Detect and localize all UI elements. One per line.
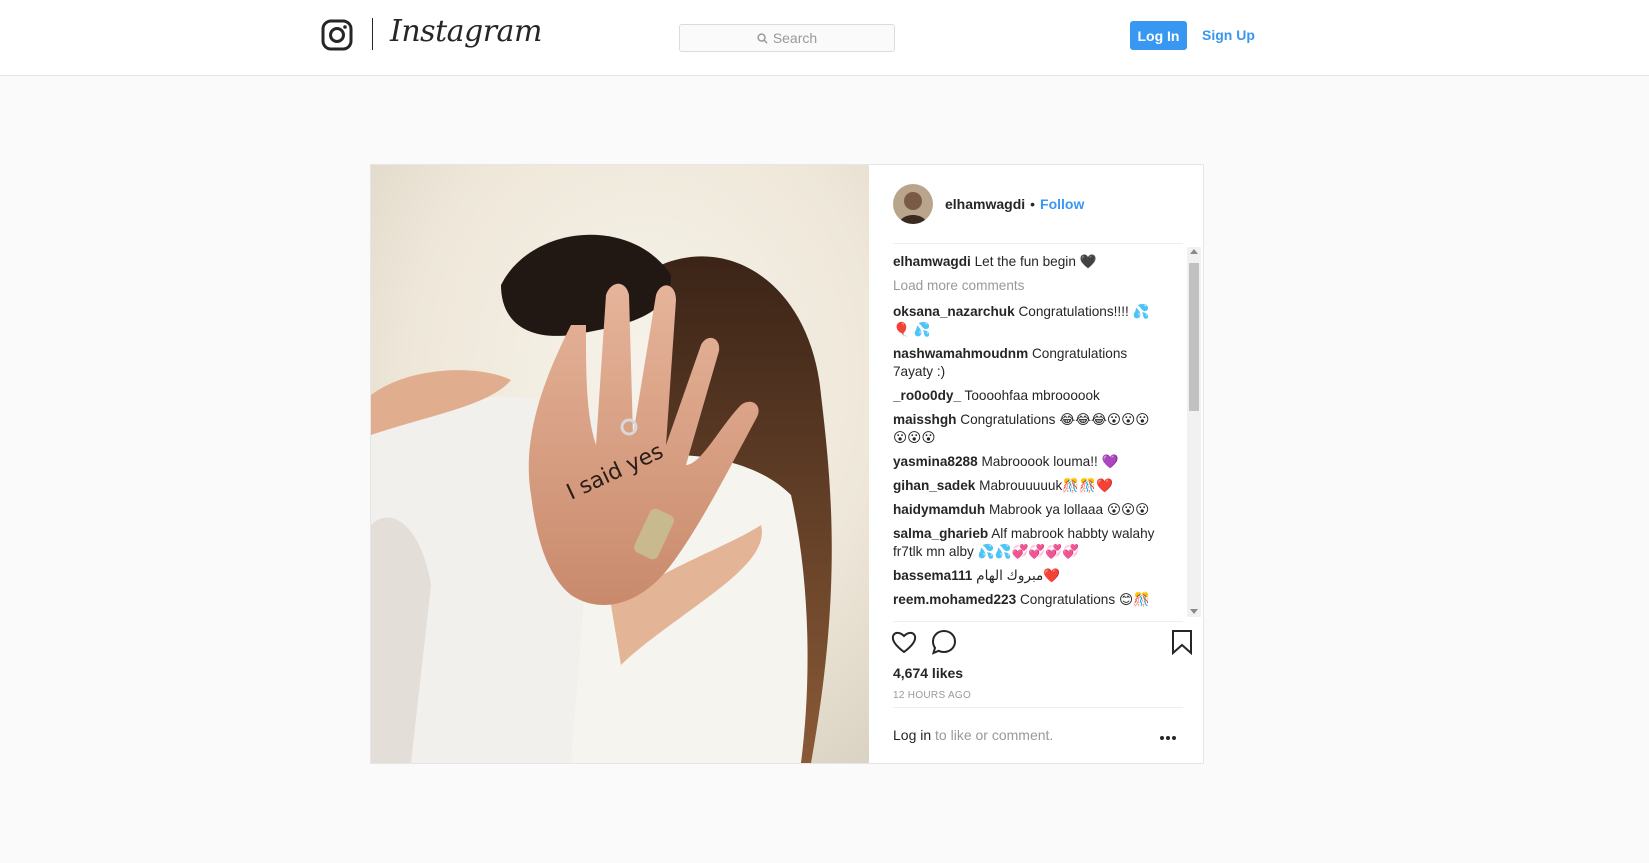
heart-icon[interactable] <box>891 629 917 655</box>
load-more-comments[interactable]: Load more comments <box>893 277 1163 295</box>
login-suffix-text: to like or comment. <box>931 727 1054 743</box>
comment-item: _ro0o0dy_ Toooohfaa mbroooook <box>893 387 1163 405</box>
scrollbar-thumb[interactable] <box>1189 263 1199 411</box>
top-navigation-bar: Instagram Search Log In Sign Up <box>0 0 1649 76</box>
login-link[interactable]: Log in <box>893 727 931 743</box>
comment-item: reem.mohamed223 Congratulations 😊🎊 <box>893 591 1163 609</box>
comment-username[interactable]: reem.mohamed223 <box>893 592 1016 607</box>
login-button[interactable]: Log In <box>1130 21 1187 50</box>
comments-list[interactable]: elhamwagdi Let the fun begin 🖤 Load more… <box>893 253 1163 621</box>
search-icon <box>757 32 768 44</box>
comment-item: haidymamduh Mabrook ya lollaaa 😮😮😮 <box>893 501 1163 519</box>
avatar[interactable] <box>893 184 933 224</box>
instagram-wordmark[interactable]: Instagram <box>390 14 542 49</box>
comment-item: salma_gharieb Alf mabrook habbty walahy … <box>893 525 1163 561</box>
comment-item: maisshgh Congratulations 😂😂😂😮😮😮😮😮😮 <box>893 411 1163 447</box>
comments-scrollbar[interactable] <box>1187 247 1201 617</box>
comment-text: مبروك الهام❤️ <box>976 568 1061 583</box>
post-username[interactable]: elhamwagdi <box>945 196 1025 212</box>
comment-username[interactable]: oksana_nazarchuk <box>893 304 1015 319</box>
comment-username[interactable]: haidymamduh <box>893 502 985 517</box>
comment-username[interactable]: nashwamahmoudnm <box>893 346 1028 361</box>
login-to-comment: Log in to like or comment. <box>893 727 1053 743</box>
comment-username[interactable]: maisshgh <box>893 412 956 427</box>
comment-username[interactable]: gihan_sadek <box>893 478 975 493</box>
post-timestamp[interactable]: 12 HOURS AGO <box>893 690 971 701</box>
comment-username[interactable]: yasmina8288 <box>893 454 978 469</box>
header-divider <box>893 243 1183 244</box>
comment-text: Mabrouuuuuk🎊🎊❤️ <box>979 478 1114 493</box>
bookmark-icon[interactable] <box>1171 629 1193 655</box>
comment-item: nashwamahmoudnm Congratulations 7ayaty :… <box>893 345 1163 381</box>
scroll-down-arrow-icon[interactable] <box>1190 609 1198 614</box>
footer-divider <box>893 707 1183 708</box>
logo-divider <box>372 18 373 50</box>
comment-username[interactable]: _ro0o0dy_ <box>893 388 961 403</box>
comment-item: yasmina8288 Mabrooook louma!! 💜 <box>893 453 1163 471</box>
post-side-panel: elhamwagdi • Follow elhamwagdi Let the f… <box>869 165 1203 763</box>
post-card: I said yes elhamwagdi • Follow elhamwagd… <box>370 164 1204 764</box>
post-header: elhamwagdi • Follow <box>893 183 1084 225</box>
comment-username[interactable]: salma_gharieb <box>893 526 988 541</box>
post-photo[interactable]: I said yes <box>371 165 869 763</box>
comment-text: Congratulations 😊🎊 <box>1019 592 1151 607</box>
comment-item: gihan_sadek Mabrouuuuuk🎊🎊❤️ <box>893 477 1163 495</box>
search-placeholder: Search <box>772 30 818 46</box>
follow-button[interactable]: Follow <box>1040 196 1084 212</box>
scroll-up-arrow-icon[interactable] <box>1190 249 1198 254</box>
post-photo-illustration: I said yes <box>371 165 869 763</box>
post-actions <box>891 627 1193 659</box>
comment-text: Mabrook ya lollaaa 😮😮😮 <box>988 502 1150 517</box>
comment-text: Mabrooook louma!! 💜 <box>981 454 1119 469</box>
comment-item: bassema111 مبروك الهام❤️ <box>893 567 1163 585</box>
likes-count[interactable]: 4,674 likes <box>893 665 963 681</box>
comment-text: Toooohfaa mbroooook <box>964 388 1100 403</box>
caption-username[interactable]: elhamwagdi <box>893 254 971 269</box>
signup-link[interactable]: Sign Up <box>1202 27 1255 43</box>
caption: elhamwagdi Let the fun begin 🖤 <box>893 253 1163 271</box>
comment-username[interactable]: bassema111 <box>893 568 972 583</box>
comments-divider <box>893 621 1183 622</box>
instagram-camera-icon[interactable] <box>321 19 353 51</box>
search-input[interactable]: Search <box>679 24 895 52</box>
more-options-icon[interactable] <box>1159 735 1177 741</box>
caption-text: Let the fun begin 🖤 <box>974 254 1097 269</box>
separator-dot: • <box>1030 196 1036 212</box>
comment-icon[interactable] <box>931 629 957 655</box>
comment-item: oksana_nazarchuk Congratulations!!!! 💦 🎈… <box>893 303 1163 339</box>
